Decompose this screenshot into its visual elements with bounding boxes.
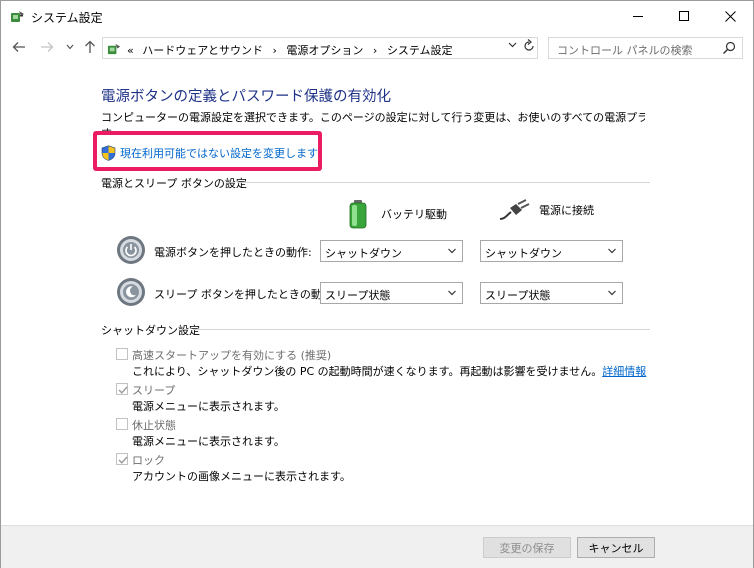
uac-shield-icon bbox=[101, 145, 116, 161]
page-description: コンピューターの電源設定を選択できます。このページの設定に対して行う変更は、お使… bbox=[101, 111, 645, 124]
search-box[interactable]: コントロール パネルの検索 bbox=[548, 37, 743, 59]
chevron-down-icon bbox=[448, 290, 456, 296]
maximize-icon bbox=[679, 11, 689, 21]
back-button[interactable] bbox=[10, 38, 28, 56]
minimize-button[interactable] bbox=[615, 1, 661, 31]
breadcrumb-separator: › bbox=[372, 44, 378, 57]
breadcrumb-system-settings[interactable]: システム設定 bbox=[387, 44, 453, 57]
minimize-icon bbox=[633, 15, 643, 17]
breadcrumb-hardware-sound[interactable]: ハードウェアとサウンド bbox=[142, 44, 263, 57]
hibernate-checkbox[interactable] bbox=[116, 418, 128, 430]
chevron-down-icon bbox=[448, 248, 456, 254]
power-button-plugged-select[interactable]: シャットダウン bbox=[480, 240, 623, 262]
checkmark-icon bbox=[118, 456, 128, 464]
power-options-app-icon bbox=[11, 11, 24, 22]
breadcrumb-overflow[interactable]: « bbox=[127, 44, 134, 57]
fast-startup-label: 高速スタートアップを有効にする (推奨) bbox=[132, 349, 332, 362]
forward-button[interactable] bbox=[38, 38, 56, 56]
back-arrow-icon bbox=[12, 42, 25, 52]
power-button-action-label: 電源ボタンを押したときの動作: bbox=[154, 246, 312, 259]
plugged-in-column-header: 電源に接続 bbox=[499, 199, 594, 221]
change-unavailable-settings-link[interactable]: 現在利用可能ではない設定を変更します bbox=[101, 145, 318, 161]
power-button-battery-select[interactable]: シャットダウン bbox=[320, 240, 463, 262]
sleep-option-description: 電源メニューに表示されます。 bbox=[132, 400, 285, 413]
sleep-button-action-label: スリープ ボタンを押したときの動作: bbox=[154, 288, 337, 301]
breadcrumb-power-options[interactable]: 電源オプション bbox=[286, 44, 363, 57]
main-content: 電源ボタンの定義とパスワード保護の有効化 コンピューターの電源設定を選択できます… bbox=[1, 65, 753, 525]
search-input[interactable]: コントロール パネルの検索 bbox=[557, 42, 693, 58]
lock-checkbox[interactable] bbox=[116, 453, 128, 465]
up-button[interactable] bbox=[81, 38, 99, 56]
lock-option-description: アカウントの画像メニューに表示されます。 bbox=[132, 470, 351, 483]
breadcrumb-separator: › bbox=[272, 44, 277, 57]
learn-more-link[interactable]: 詳細情報 bbox=[602, 365, 646, 378]
fast-startup-description: これにより、シャットダウン後の PC の起動時間が速くなります。再起動は影響を受… bbox=[132, 365, 647, 378]
sleep-checkbox[interactable] bbox=[116, 383, 128, 395]
power-button-icon bbox=[117, 236, 145, 264]
chevron-down-icon bbox=[508, 42, 517, 48]
sleep-option-label: スリープ bbox=[132, 384, 176, 397]
maximize-button[interactable] bbox=[661, 1, 707, 31]
cancel-button[interactable]: キャンセル bbox=[577, 537, 655, 558]
battery-column-header: バッテリ駆動 bbox=[347, 199, 447, 229]
chevron-down-icon bbox=[66, 44, 74, 50]
battery-header-label: バッテリ駆動 bbox=[381, 208, 447, 221]
buttons-section-title: 電源とスリープ ボタンの設定 bbox=[101, 177, 247, 190]
address-history-button[interactable] bbox=[508, 41, 517, 51]
navigation-bar: « ハードウェアとサウンド › 電源オプション › システム設定 コントロール … bbox=[1, 35, 753, 61]
power-plug-icon bbox=[499, 199, 530, 220]
lock-option-label: ロック bbox=[132, 454, 165, 467]
chevron-down-icon bbox=[608, 290, 616, 296]
breadcrumb: « ハードウェアとサウンド › 電源オプション › システム設定 bbox=[127, 42, 453, 58]
change-settings-link-text[interactable]: 現在利用可能ではない設定を変更します bbox=[120, 145, 318, 161]
sleep-button-battery-select[interactable]: スリープ状態 bbox=[320, 282, 463, 304]
up-arrow-icon bbox=[85, 40, 95, 53]
save-changes-button[interactable]: 変更の保存 bbox=[483, 537, 571, 558]
refresh-icon bbox=[524, 39, 534, 51]
chevron-down-icon bbox=[608, 248, 616, 254]
section-divider bbox=[237, 182, 650, 183]
title-bar: システム設定 bbox=[1, 1, 753, 31]
system-settings-window: システム設定 « ハードウェアとサウンド › 電源オプション › システム設定 … bbox=[0, 0, 754, 568]
fast-startup-checkbox[interactable] bbox=[116, 348, 128, 360]
footer-bar: 変更の保存 キャンセル bbox=[1, 526, 753, 568]
recent-locations-button[interactable] bbox=[61, 38, 79, 56]
hibernate-option-description: 電源メニューに表示されます。 bbox=[132, 435, 285, 448]
sleep-button-icon bbox=[117, 278, 145, 306]
battery-icon bbox=[349, 200, 367, 229]
close-icon bbox=[724, 10, 736, 22]
forward-arrow-icon bbox=[41, 42, 54, 52]
window-title: システム設定 bbox=[31, 11, 103, 25]
checkmark-icon bbox=[118, 386, 128, 394]
refresh-button[interactable] bbox=[523, 39, 535, 57]
page-title: 電源ボタンの定義とパスワード保護の有効化 bbox=[101, 89, 391, 105]
close-button[interactable] bbox=[707, 1, 753, 31]
control-panel-icon bbox=[107, 43, 121, 55]
shutdown-section-title: シャットダウン設定 bbox=[101, 324, 200, 337]
address-bar[interactable]: « ハードウェアとサウンド › 電源オプション › システム設定 bbox=[102, 37, 538, 59]
hibernate-option-label: 休止状態 bbox=[132, 419, 176, 432]
search-icon[interactable] bbox=[722, 41, 736, 55]
plugged-header-label: 電源に接続 bbox=[539, 204, 594, 217]
sleep-button-plugged-select[interactable]: スリープ状態 bbox=[480, 282, 623, 304]
section-divider bbox=[193, 329, 650, 330]
